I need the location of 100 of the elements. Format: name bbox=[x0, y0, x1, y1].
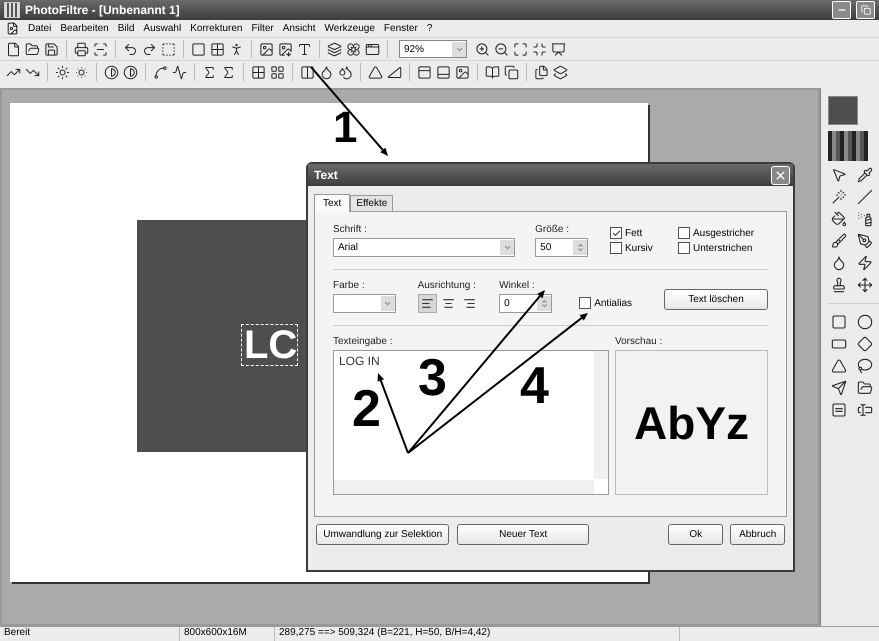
image-icon[interactable] bbox=[455, 64, 470, 80]
checkbox[interactable]: Kursiv bbox=[610, 242, 678, 254]
size-spinner[interactable]: 50 bbox=[535, 238, 588, 257]
close-button[interactable] bbox=[771, 166, 790, 184]
field-label: Farbe : bbox=[333, 280, 366, 291]
dashed-square-icon[interactable] bbox=[161, 42, 176, 56]
panel-icon[interactable] bbox=[436, 64, 451, 80]
paint-bucket-icon[interactable] bbox=[831, 211, 847, 227]
move-icon[interactable] bbox=[857, 277, 873, 293]
color-swatch[interactable] bbox=[828, 96, 858, 125]
restore-button[interactable] bbox=[856, 1, 875, 19]
scrollbar[interactable] bbox=[594, 351, 608, 479]
zoom-in-icon[interactable] bbox=[475, 42, 490, 56]
image-icon[interactable] bbox=[278, 42, 293, 56]
droplet-icon[interactable] bbox=[831, 255, 847, 271]
files-icon[interactable] bbox=[534, 64, 549, 80]
flower-icon[interactable] bbox=[346, 42, 361, 56]
layers-icon[interactable] bbox=[327, 42, 342, 56]
color-palette[interactable] bbox=[828, 131, 868, 161]
droplets-icon[interactable] bbox=[338, 64, 353, 80]
checkbox[interactable]: Ausgestricher bbox=[678, 227, 768, 239]
dialog-button[interactable]: Abbruch bbox=[730, 524, 785, 545]
folder-icon[interactable] bbox=[25, 42, 40, 56]
layers-icon[interactable] bbox=[553, 64, 568, 80]
redo-icon[interactable] bbox=[142, 42, 157, 56]
triangle-icon[interactable] bbox=[368, 64, 383, 80]
menu-item[interactable]: Fenster bbox=[384, 23, 418, 34]
stamp-icon[interactable] bbox=[831, 277, 847, 293]
minimize-icon[interactable] bbox=[532, 42, 547, 56]
folder-icon[interactable] bbox=[857, 380, 873, 396]
printer-icon[interactable] bbox=[74, 42, 89, 56]
spline-icon[interactable] bbox=[153, 64, 168, 80]
window-icon[interactable] bbox=[365, 42, 380, 56]
menu-item[interactable]: Bearbeiten bbox=[60, 23, 109, 34]
tab[interactable]: Effekte bbox=[350, 195, 394, 212]
zoom-select[interactable]: 92% bbox=[399, 40, 467, 58]
square-icon[interactable] bbox=[191, 42, 206, 56]
contrast-icon[interactable] bbox=[104, 64, 119, 80]
rectangle-icon[interactable] bbox=[831, 314, 847, 330]
scanner-icon[interactable] bbox=[93, 42, 108, 56]
menu-item[interactable]: Auswahl bbox=[143, 23, 182, 34]
restore-icon bbox=[860, 5, 870, 15]
dialog-button[interactable]: Umwandlung zur Selektion bbox=[316, 524, 450, 545]
sun-icon[interactable] bbox=[55, 64, 70, 80]
annotation-number: 4 bbox=[520, 360, 549, 412]
pipette-icon[interactable] bbox=[857, 167, 873, 183]
equal-square-icon[interactable] bbox=[831, 402, 847, 418]
maximize-icon[interactable] bbox=[513, 42, 528, 56]
clear-text-button[interactable]: Text löschen bbox=[664, 289, 768, 310]
panel-icon[interactable] bbox=[417, 64, 432, 80]
checkbox[interactable]: Unterstrichen bbox=[678, 242, 768, 254]
checkbox[interactable]: Antialias bbox=[579, 297, 632, 309]
dialog-button[interactable]: Ok bbox=[668, 524, 724, 545]
menu-item[interactable]: Korrekturen bbox=[190, 23, 242, 34]
polygon-icon[interactable] bbox=[831, 380, 847, 396]
scrollbar[interactable] bbox=[334, 480, 594, 494]
minimize-button[interactable] bbox=[832, 1, 851, 19]
dialog-button[interactable]: Neuer Text bbox=[457, 524, 590, 545]
triangle-icon[interactable] bbox=[387, 64, 402, 80]
angle-spinner[interactable]: 0 bbox=[499, 294, 552, 313]
font-select[interactable]: Arial bbox=[333, 238, 516, 257]
grid-icon[interactable] bbox=[251, 64, 266, 80]
text-cursor-icon[interactable] bbox=[857, 402, 873, 418]
menu-item[interactable]: ? bbox=[426, 23, 432, 34]
menu-item[interactable]: Ansicht bbox=[282, 23, 316, 34]
menu-item[interactable]: Datei bbox=[28, 23, 52, 34]
brush-icon[interactable] bbox=[831, 233, 847, 249]
undo-icon[interactable] bbox=[123, 42, 138, 56]
presentation-icon[interactable] bbox=[551, 42, 566, 56]
wand-icon[interactable] bbox=[831, 189, 847, 205]
menu-item[interactable]: Werkzeuge bbox=[324, 23, 375, 34]
book-icon[interactable] bbox=[485, 64, 500, 80]
menu-item[interactable]: Filter bbox=[251, 23, 274, 34]
lasso-icon[interactable] bbox=[857, 358, 873, 374]
lightning-icon[interactable] bbox=[857, 255, 873, 271]
file-icon[interactable] bbox=[6, 42, 21, 56]
columns-icon[interactable] bbox=[300, 64, 315, 80]
document-icon[interactable] bbox=[6, 22, 19, 35]
grid-icon[interactable] bbox=[210, 42, 225, 56]
color-select[interactable] bbox=[333, 294, 396, 313]
zoom-out-icon[interactable] bbox=[494, 42, 509, 56]
image-icon[interactable] bbox=[259, 42, 274, 56]
triangle-icon[interactable] bbox=[831, 358, 847, 374]
line-icon[interactable] bbox=[857, 189, 873, 205]
pen-icon[interactable] bbox=[857, 233, 873, 249]
grid-icon[interactable] bbox=[270, 64, 285, 80]
circle-icon[interactable] bbox=[857, 314, 873, 330]
checkbox[interactable]: Fett bbox=[610, 227, 678, 239]
menu-item[interactable]: Bild bbox=[118, 23, 134, 34]
type-icon[interactable] bbox=[297, 42, 312, 56]
droplet-icon[interactable] bbox=[319, 64, 334, 80]
tab[interactable]: Text bbox=[314, 194, 350, 212]
diamond-icon[interactable] bbox=[857, 336, 873, 352]
status-text: 800x600x16M bbox=[180, 627, 275, 641]
save-icon[interactable] bbox=[44, 42, 59, 56]
pulse-icon[interactable] bbox=[172, 64, 187, 80]
align-left-icon[interactable] bbox=[418, 294, 437, 313]
copy-icon[interactable] bbox=[504, 64, 519, 80]
pointer-icon[interactable] bbox=[831, 167, 847, 183]
contrast-icon[interactable] bbox=[123, 64, 138, 80]
